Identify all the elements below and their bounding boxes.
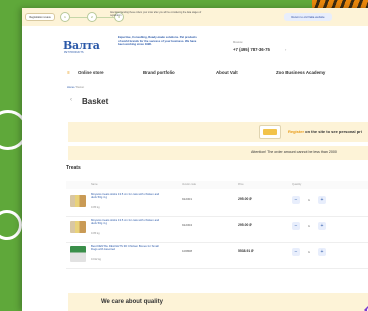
breadcrumb-current: Basket <box>76 86 85 89</box>
minus-icon[interactable]: − <box>292 196 300 204</box>
menu-item-brand-portfolio[interactable]: Brand portfolio <box>143 70 175 75</box>
table-header: Name Vendor code Price Quantity <box>66 181 368 189</box>
registration-strip: Registration review 1 2 3 Attention! Sen… <box>22 8 368 26</box>
return-old-site-button[interactable]: Return to old Valta website <box>284 13 332 21</box>
header-price: Price <box>238 183 244 186</box>
back-arrow-icon[interactable]: ‹ <box>70 97 72 103</box>
logo-subtitle: PET PRODUCTS <box>64 51 84 54</box>
quality-title: We care about quality <box>101 299 163 305</box>
plus-icon[interactable]: + <box>318 248 326 256</box>
register-banner-text: Register on the site to see personal pri <box>288 129 362 134</box>
table-row: Mnyams treats sticks 13.5 cm for cats wi… <box>66 217 368 243</box>
step-2: 2 <box>87 12 97 22</box>
tagline: Expertise, Consulting, Ready-made soluti… <box>118 35 197 46</box>
quantity-value[interactable]: 1 <box>300 250 318 254</box>
product-name[interactable]: Mnyams treats sticks 13.5 cm for cats wi… <box>91 218 163 226</box>
quality-banner: We care about quality <box>68 293 368 311</box>
menu-item-about[interactable]: About Valt <box>216 70 238 75</box>
quantity-value[interactable]: 1 <box>300 224 318 228</box>
quantity-stepper: − 1 + <box>292 222 326 230</box>
vendor-code: 912304 <box>182 223 193 227</box>
header-quantity: Quantity <box>292 183 302 186</box>
step-connector <box>70 16 87 18</box>
badge-icon <box>364 306 368 311</box>
plus-icon[interactable]: + <box>318 222 326 230</box>
min-order-banner: Attention! The order amount cannot be le… <box>68 146 368 160</box>
quantity-stepper: − 1 + <box>292 248 326 256</box>
product-weight: 0.012 kg <box>91 258 101 261</box>
menu-icon[interactable]: ≡ <box>67 70 70 75</box>
menu-item-academy[interactable]: Zoo Business Academy <box>276 70 325 75</box>
cards-icon <box>259 125 281 139</box>
header-name: Name <box>91 183 98 186</box>
menu-item-online-store[interactable]: Online store <box>78 70 104 75</box>
registration-review-button[interactable]: Registration review <box>25 13 55 21</box>
product-image[interactable] <box>70 246 86 262</box>
breadcrumb-home[interactable]: Home <box>67 86 74 89</box>
product-name[interactable]: Best DENTAL DELIGHTS 3D Chicken Bones fo… <box>91 244 163 252</box>
table-row: Mnyams treats sticks 13.5 cm for cats wi… <box>66 191 368 217</box>
table-row: Best DENTAL DELIGHTS 3D Chicken Bones fo… <box>66 243 368 269</box>
product-image[interactable] <box>70 195 86 207</box>
product-name[interactable]: Mnyams treats sticks 13.5 cm for cats wi… <box>91 192 163 200</box>
minus-icon[interactable]: − <box>292 248 300 256</box>
quantity-value[interactable]: 1 <box>300 198 318 202</box>
price: 295.00 ₽ <box>238 197 252 201</box>
price: 5538.91 ₽ <box>238 249 254 253</box>
page-title: Basket <box>82 97 109 106</box>
minus-icon[interactable]: − <box>292 222 300 230</box>
register-link[interactable]: Register <box>288 129 304 134</box>
phone-number[interactable]: +7 (495) 787-36-75 <box>233 47 270 52</box>
quantity-stepper: − 1 + <box>292 196 326 204</box>
product-weight: 0.05 kg <box>91 206 100 209</box>
chevron-right-icon[interactable]: › <box>285 47 286 52</box>
phone-city: Moscow <box>233 41 243 44</box>
product-image[interactable] <box>70 221 86 233</box>
breadcrumb: Home / Basket <box>67 86 84 89</box>
page: Registration review 1 2 3 Attention! Sen… <box>22 8 368 311</box>
main-menu: ≡ Online store Brand portfolio About Val… <box>22 68 368 78</box>
price: 295.00 ₽ <box>238 223 252 227</box>
section-title: Treats <box>66 165 81 171</box>
register-banner: Register on the site to see personal pri <box>68 122 368 142</box>
registration-notice: Attention! Sending these orders your ord… <box>110 12 202 17</box>
vendor-code: 912301 <box>182 197 193 201</box>
header-vendor-code: Vendor code <box>182 183 197 186</box>
step-1: 1 <box>60 12 70 22</box>
plus-icon[interactable]: + <box>318 196 326 204</box>
register-banner-message: on the site to see personal pri <box>305 129 362 134</box>
product-weight: 0.05 kg <box>91 232 100 235</box>
vendor-code: 106808 <box>182 249 193 253</box>
min-order-text: Attention! The order amount cannot be le… <box>251 150 337 154</box>
